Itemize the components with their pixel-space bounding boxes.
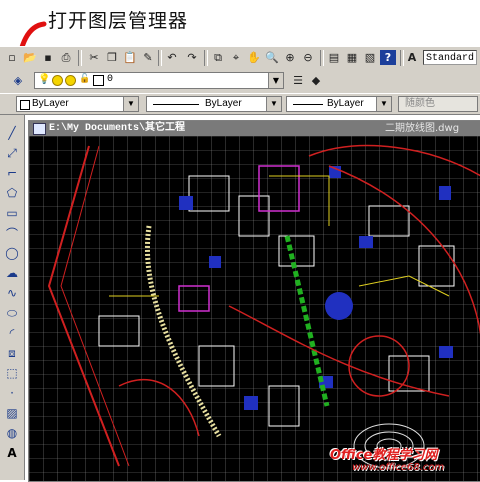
- construction-line-icon[interactable]: ⤢: [4, 145, 20, 161]
- layer-freeze-sun-icon: [52, 75, 63, 86]
- linetype-control-combo[interactable]: ByLayer ▼: [146, 96, 282, 112]
- circle-icon[interactable]: ◯: [4, 245, 20, 261]
- chevron-down-icon[interactable]: ▼: [268, 73, 283, 88]
- linetype-value: ByLayer: [205, 98, 242, 109]
- drawing-path-title: E:\My Documents\其它工程: [49, 123, 186, 134]
- polygon-icon[interactable]: ⬠: [4, 185, 20, 201]
- plot-style-control-combo[interactable]: 随颜色: [398, 96, 478, 112]
- cut-icon[interactable]: ✂: [86, 50, 102, 65]
- color-control-combo[interactable]: ByLayer ▼: [16, 96, 139, 112]
- properties-icon[interactable]: ▤: [326, 50, 342, 65]
- region-icon[interactable]: ◍: [4, 425, 20, 441]
- document-icon: [33, 123, 46, 135]
- multiline-text-icon[interactable]: A: [4, 445, 20, 461]
- instruction-caption: 打开图层管理器: [48, 10, 189, 32]
- lineweight-control-combo[interactable]: ByLayer ▼: [286, 96, 392, 112]
- ellipse-icon[interactable]: ⬭: [4, 305, 20, 321]
- arc-icon[interactable]: ⌒: [4, 225, 20, 241]
- rectangle-icon[interactable]: ▭: [4, 205, 20, 221]
- zoom-previous-icon[interactable]: ⊖: [300, 50, 316, 65]
- make-block-icon[interactable]: ⬚: [4, 365, 20, 381]
- layer-manager-icon[interactable]: ◈: [10, 73, 26, 88]
- layer-lock-icon: 🔓: [79, 74, 91, 84]
- text-style-combo[interactable]: Standard: [423, 50, 477, 65]
- site-watermark-url: www.office68.com: [352, 462, 445, 473]
- save-icon[interactable]: ▪: [40, 50, 56, 65]
- tool-palettes-icon[interactable]: ▧: [362, 50, 378, 65]
- current-layer-name: 0: [107, 74, 114, 85]
- line-icon[interactable]: ╱: [4, 125, 20, 141]
- spline-icon[interactable]: ∿: [4, 285, 20, 301]
- layer-color-swatch-icon: [93, 75, 104, 86]
- lineweight-preview: [293, 104, 323, 105]
- site-watermark: Office教程学习网: [330, 448, 438, 463]
- layer-previous-icon[interactable]: ◆: [308, 73, 324, 88]
- hatch-icon[interactable]: ▨: [4, 405, 20, 421]
- redo-icon[interactable]: ↷: [184, 50, 200, 65]
- lineweight-value: ByLayer: [327, 98, 364, 109]
- linetype-preview: [153, 104, 199, 105]
- help-icon[interactable]: ?: [380, 50, 396, 65]
- drawing-file-name: 二期放线图.dwg: [385, 123, 460, 134]
- paste-icon[interactable]: 📋: [122, 50, 138, 65]
- plot-icon[interactable]: ⎙: [58, 50, 74, 65]
- color-value: ByLayer: [32, 98, 69, 109]
- undo-icon[interactable]: ↶: [164, 50, 180, 65]
- polyline-icon[interactable]: ⌐: [4, 165, 20, 181]
- point-icon[interactable]: ·: [4, 385, 20, 401]
- open-file-icon[interactable]: 📂: [22, 50, 38, 65]
- hyperlink-icon[interactable]: ⧉: [210, 50, 226, 65]
- osnap-icon[interactable]: ⌖: [228, 50, 244, 65]
- layer-control-combo[interactable]: 💡 🔓 0 ▼: [34, 72, 284, 89]
- insert-block-icon[interactable]: ⧈: [4, 345, 20, 361]
- zoom-realtime-icon[interactable]: 🔍: [264, 50, 280, 65]
- make-current-layer-icon[interactable]: ☰: [290, 73, 306, 88]
- zoom-window-icon[interactable]: ⊕: [282, 50, 298, 65]
- color-swatch-icon: [20, 100, 30, 110]
- text-style-icon[interactable]: A: [404, 50, 420, 65]
- ellipse-arc-icon[interactable]: ◜: [4, 325, 20, 341]
- design-center-icon[interactable]: ▦: [344, 50, 360, 65]
- drawing-window-titlebar: E:\My Documents\其它工程 二期放线图.dwg: [29, 121, 480, 136]
- chevron-down-icon[interactable]: ▼: [123, 97, 138, 111]
- standard-toolbar: ▫ 📂 ▪ ⎙ ✂ ❐ 📋 ✎ ↶ ↷ ⧉ ⌖ ✋ 🔍 ⊕ ⊖ ▤ ▦ ▧ ? …: [0, 46, 480, 70]
- chevron-down-icon[interactable]: ▼: [376, 97, 391, 111]
- layer-on-bulb-icon: 💡: [38, 74, 51, 85]
- layer-viewport-sun-icon: [65, 75, 76, 86]
- draw-toolbar: ╱ ⤢ ⌐ ⬠ ▭ ⌒ ◯ ☁ ∿ ⬭ ◜ ⧈ ⬚ · ▨ ◍ A: [0, 115, 25, 480]
- drawing-canvas[interactable]: [29, 136, 480, 481]
- new-file-icon[interactable]: ▫: [4, 50, 20, 65]
- revision-cloud-icon[interactable]: ☁: [4, 265, 20, 281]
- copy-icon[interactable]: ❐: [104, 50, 120, 65]
- chevron-down-icon[interactable]: ▼: [266, 97, 281, 111]
- pan-icon[interactable]: ✋: [246, 50, 262, 65]
- properties-toolbar: ByLayer ▼ ByLayer ▼ ByLayer ▼ 随颜色: [0, 94, 480, 115]
- plot-style-value: 随颜色: [405, 98, 435, 109]
- match-properties-icon[interactable]: ✎: [140, 50, 156, 65]
- layers-toolbar: ◈ 💡 🔓 0 ▼ ☰ ◆: [0, 69, 480, 93]
- drawing-window: E:\My Documents\其它工程 二期放线图.dwg: [28, 120, 480, 482]
